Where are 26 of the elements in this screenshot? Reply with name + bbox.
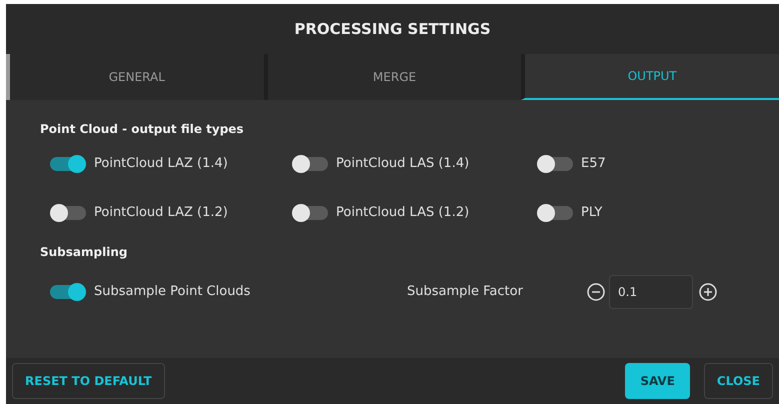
toggle-switch[interactable]	[50, 285, 86, 299]
section-heading: Subsampling	[40, 244, 128, 261]
toggle-label: PointCloud LAS (1.2)	[336, 204, 470, 222]
minus-icon[interactable]	[587, 283, 605, 301]
factor-field[interactable]: 0.1	[609, 275, 693, 309]
toggle-switch[interactable]	[292, 206, 328, 220]
toggle-switch[interactable]	[50, 206, 86, 220]
factor-label: Subsample Factor	[407, 283, 524, 302]
toggle-label: PLY	[581, 204, 602, 222]
toggle-label: PointCloud LAS (1.4)	[336, 155, 470, 174]
toggle-label: PointCloud LAZ (1.4)	[94, 155, 228, 174]
save-button[interactable]: SAVE	[625, 363, 690, 399]
reset-button[interactable]: RESET TO DEFAULT	[12, 363, 165, 399]
close-button[interactable]: CLOSE	[704, 363, 773, 399]
toggle-label: E57	[581, 155, 606, 174]
dialog-title: PROCESSING SETTINGS	[6, 4, 779, 54]
toggle-switch[interactable]	[537, 157, 573, 171]
section-heading: Point Cloud - output file types	[40, 121, 245, 138]
toggle-label: Subsample Point Clouds	[94, 283, 250, 302]
tab[interactable]: GENERAL	[6, 54, 264, 100]
toggle-switch[interactable]	[292, 157, 328, 171]
plus-icon[interactable]	[699, 283, 717, 301]
toggle-switch[interactable]	[50, 157, 86, 171]
tab[interactable]: OUTPUT	[521, 54, 779, 100]
toggle-label: PointCloud LAZ (1.2)	[94, 204, 228, 222]
toggle-switch[interactable]	[537, 206, 573, 220]
